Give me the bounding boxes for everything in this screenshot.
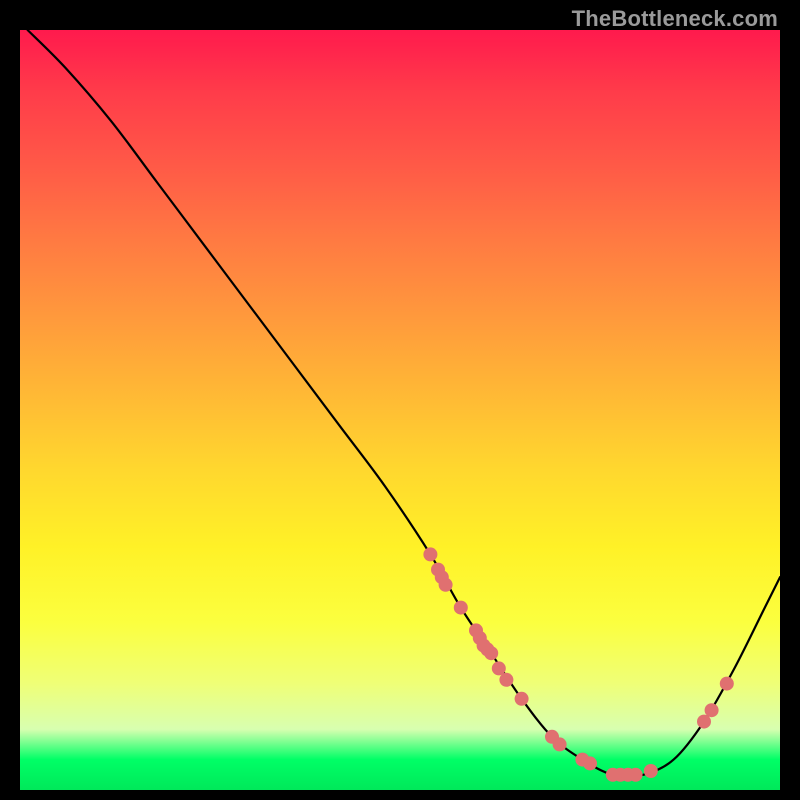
scatter-dot xyxy=(583,756,597,770)
scatter-dot xyxy=(484,646,498,660)
scatter-dot xyxy=(492,661,506,675)
scatter-dot xyxy=(454,601,468,615)
chart-area xyxy=(20,30,780,790)
scatter-dot xyxy=(644,764,658,778)
scatter-dot xyxy=(697,715,711,729)
scatter-dot xyxy=(439,578,453,592)
scatter-dot xyxy=(423,547,437,561)
scatter-dots xyxy=(423,547,733,781)
bottleneck-curve xyxy=(28,30,780,777)
scatter-dot xyxy=(705,703,719,717)
watermark-text: TheBottleneck.com xyxy=(572,6,778,32)
scatter-dot xyxy=(499,673,513,687)
scatter-dot xyxy=(720,677,734,691)
scatter-dot xyxy=(515,692,529,706)
scatter-dot xyxy=(553,737,567,751)
bottleneck-chart xyxy=(20,30,780,790)
scatter-dot xyxy=(629,768,643,782)
